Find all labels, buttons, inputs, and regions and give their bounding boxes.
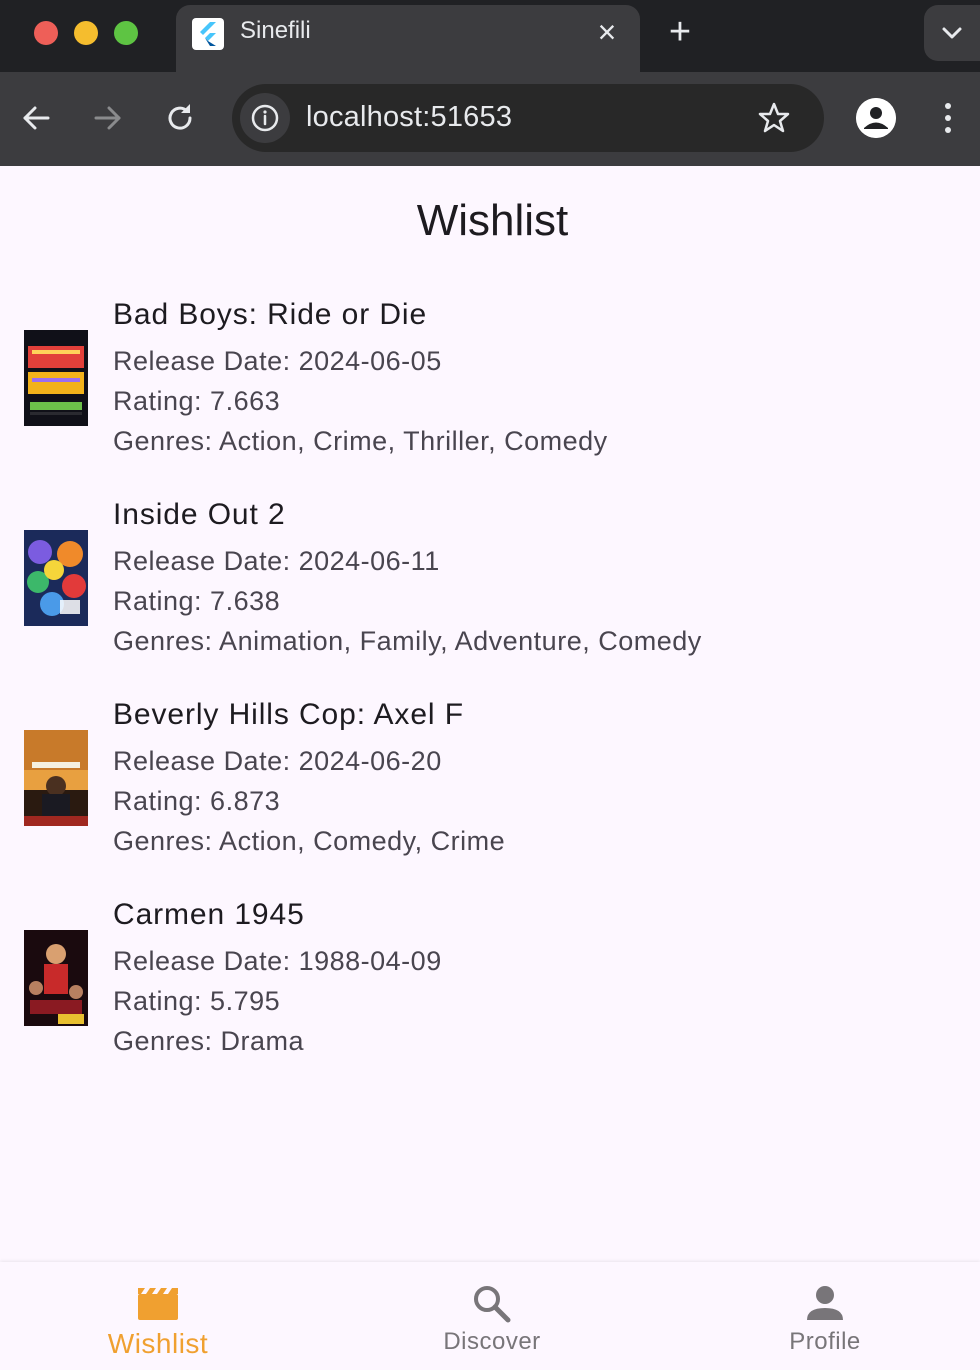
movie-release-date: Release Date: 2024-06-20 (113, 746, 442, 776)
browser-tab[interactable]: Sinefili × (176, 5, 640, 72)
movie-genres: Genres: Drama (113, 1026, 305, 1056)
reload-button[interactable] (160, 98, 200, 138)
bottom-navigation-bar: Wishlist Discover Profile (0, 1262, 980, 1370)
person-icon (803, 1282, 847, 1326)
nav-item-profile[interactable]: Profile (725, 1262, 925, 1370)
nav-label-profile: Profile (789, 1328, 861, 1355)
person-icon (856, 98, 896, 138)
address-bar[interactable]: localhost:51653 (232, 84, 824, 152)
list-item[interactable]: Beverly Hills Cop: Axel F Release Date: … (0, 696, 980, 896)
forward-button[interactable] (88, 98, 128, 138)
tab-title: Sinefili (240, 17, 311, 44)
flutter-favicon-icon (192, 18, 224, 50)
more-vert-icon (945, 103, 951, 133)
info-icon (251, 104, 279, 132)
movie-poster (24, 730, 88, 826)
url-text[interactable]: localhost:51653 (306, 101, 512, 134)
browser-tab-bar: Sinefili × + (0, 0, 980, 72)
movie-rating: Rating: 7.638 (113, 586, 281, 616)
new-tab-icon[interactable]: + (662, 13, 698, 51)
movie-rating: Rating: 7.663 (113, 386, 281, 416)
browser-toolbar: localhost:51653 (0, 72, 980, 166)
nav-item-wishlist[interactable]: Wishlist (58, 1262, 258, 1370)
movie-poster (24, 530, 88, 626)
movie-poster (24, 930, 88, 1026)
list-item[interactable]: Inside Out 2 Release Date: 2024-06-11 Ra… (0, 496, 980, 696)
movie-rating: Rating: 5.795 (113, 986, 281, 1016)
profile-avatar-button[interactable] (856, 98, 896, 138)
arrow-left-icon (23, 106, 50, 130)
movie-title: Inside Out 2 (113, 498, 286, 531)
window-maximize-button[interactable] (114, 21, 138, 45)
movie-rating: Rating: 6.873 (113, 786, 281, 816)
nav-item-discover[interactable]: Discover (392, 1262, 592, 1370)
movie-genres: Genres: Action, Crime, Thriller, Comedy (113, 426, 608, 456)
movie-release-date: Release Date: 2024-06-05 (113, 346, 442, 376)
movie-title: Beverly Hills Cop: Axel F (113, 698, 464, 731)
window-close-button[interactable] (34, 21, 58, 45)
movie-poster (24, 330, 88, 426)
nav-label-discover: Discover (443, 1328, 541, 1355)
reload-icon (168, 104, 192, 130)
movie-title: Bad Boys: Ride or Die (113, 298, 428, 331)
movie-genres: Genres: Animation, Family, Adventure, Co… (113, 626, 702, 656)
window-minimize-button[interactable] (74, 21, 98, 45)
movie-release-date: Release Date: 2024-06-11 (113, 546, 440, 576)
back-button[interactable] (16, 98, 56, 138)
page-title: Wishlist (416, 196, 569, 245)
nav-label-wishlist: Wishlist (107, 1328, 209, 1359)
list-item[interactable]: Carmen 1945 Release Date: 1988-04-09 Rat… (0, 896, 980, 1096)
list-item[interactable]: Bad Boys: Ride or Die Release Date: 2024… (0, 296, 980, 496)
movie-release-date: Release Date: 1988-04-09 (113, 946, 442, 976)
site-info-button[interactable] (240, 93, 290, 143)
bookmark-star-icon[interactable] (756, 100, 792, 136)
tab-close-icon[interactable]: × (594, 15, 620, 49)
movie-title: Carmen 1945 (113, 898, 305, 931)
movie-genres: Genres: Action, Comedy, Crime (113, 826, 506, 856)
movie-clapper-icon (136, 1282, 180, 1326)
search-icon (470, 1282, 514, 1326)
tab-search-button[interactable] (924, 5, 980, 61)
chevron-down-icon (942, 27, 962, 39)
browser-menu-button[interactable] (932, 98, 964, 138)
arrow-right-icon (94, 106, 121, 130)
